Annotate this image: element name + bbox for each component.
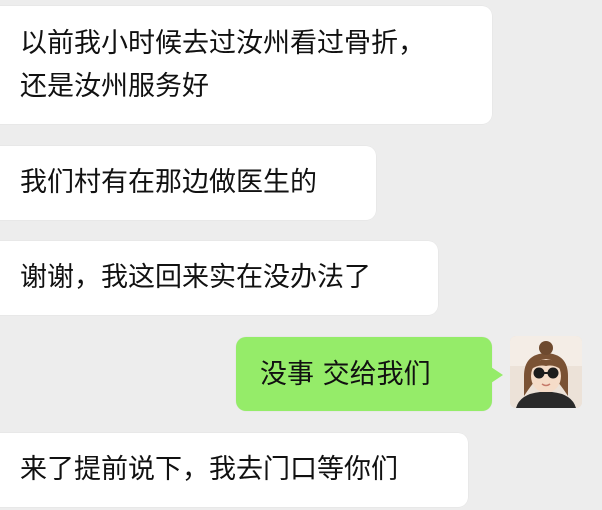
- user-avatar[interactable]: [510, 336, 582, 408]
- outgoing-message-bubble[interactable]: 没事 交给我们: [236, 337, 503, 411]
- message-text-line: 没事 交给我们: [260, 359, 431, 390]
- avatar-photo-icon: [510, 336, 582, 408]
- message-text-line: 以前我小时候去过汝州看过骨折，: [20, 28, 425, 59]
- incoming-message-bubble[interactable]: 我们村有在那边做医生的: [0, 146, 376, 220]
- bubble-tail: [491, 367, 503, 383]
- message-text-line: 谢谢，我这回来实在没办法了: [20, 262, 371, 293]
- message-text-line: 来了提前说下，我去门口等你们: [20, 454, 398, 485]
- incoming-message-bubble[interactable]: 谢谢，我这回来实在没办法了: [0, 241, 438, 315]
- message-text-line: 我们村有在那边做医生的: [20, 167, 317, 198]
- message-text-line: 还是汝州服务好: [20, 71, 209, 102]
- incoming-message-bubble[interactable]: 以前我小时候去过汝州看过骨折， 还是汝州服务好: [0, 6, 492, 124]
- incoming-message-bubble[interactable]: 来了提前说下，我去门口等你们: [0, 433, 468, 507]
